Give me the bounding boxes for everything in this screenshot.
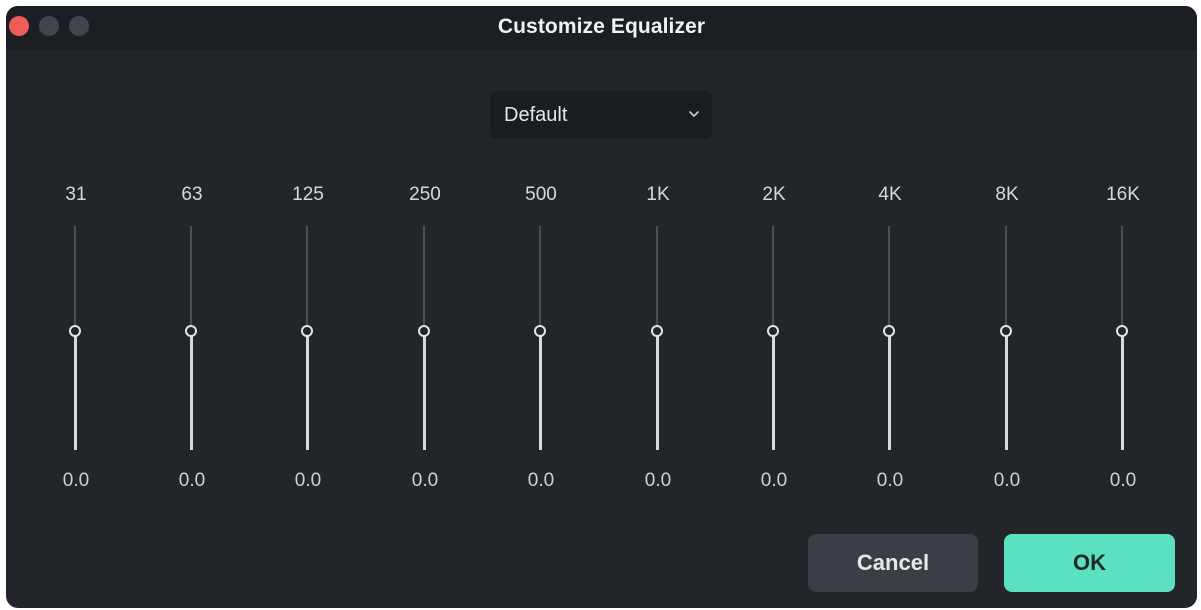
band-gain-slider[interactable] bbox=[1113, 226, 1133, 450]
band-frequency-label: 250 bbox=[409, 184, 441, 205]
band-gain-slider[interactable] bbox=[298, 226, 318, 450]
preset-dropdown[interactable]: Default bbox=[490, 91, 712, 139]
eq-band: 500 0.0 bbox=[506, 176, 576, 496]
eq-band: 2K 0.0 bbox=[739, 176, 809, 496]
band-gain-value: 0.0 bbox=[993, 470, 1021, 491]
band-gain-value: 0.0 bbox=[644, 470, 672, 491]
cancel-button[interactable]: Cancel bbox=[808, 534, 978, 592]
band-gain-value: 0.0 bbox=[760, 470, 788, 491]
slider-thumb[interactable] bbox=[767, 325, 779, 337]
slider-track-upper bbox=[190, 226, 192, 331]
band-gain-slider[interactable] bbox=[531, 226, 551, 450]
slider-track-lower bbox=[189, 331, 193, 450]
eq-band: 1K 0.0 bbox=[623, 176, 693, 496]
slider-track-lower bbox=[305, 331, 309, 450]
slider-track-lower bbox=[1004, 331, 1008, 450]
slider-track-upper bbox=[888, 226, 890, 331]
slider-track-upper bbox=[1121, 226, 1123, 331]
band-gain-slider[interactable] bbox=[415, 226, 435, 450]
band-gain-value: 0.0 bbox=[178, 470, 206, 491]
slider-thumb[interactable] bbox=[69, 325, 81, 337]
title-bar: Customize Equalizer bbox=[6, 6, 1197, 50]
band-frequency-label: 2K bbox=[762, 184, 786, 205]
chevron-down-icon bbox=[689, 111, 699, 117]
band-frequency-label: 63 bbox=[181, 184, 203, 205]
slider-track-upper bbox=[423, 226, 425, 331]
slider-thumb[interactable] bbox=[883, 325, 895, 337]
slider-thumb[interactable] bbox=[185, 325, 197, 337]
slider-track-upper bbox=[306, 226, 308, 331]
slider-track-lower bbox=[422, 331, 426, 450]
eq-band: 125 0.0 bbox=[273, 176, 343, 496]
window-title: Customize Equalizer bbox=[497, 15, 706, 38]
eq-band: 4K 0.0 bbox=[855, 176, 925, 496]
ok-button[interactable]: OK bbox=[1004, 534, 1175, 592]
band-gain-value: 0.0 bbox=[62, 470, 90, 491]
band-gain-slider[interactable] bbox=[997, 226, 1017, 450]
slider-track-lower bbox=[538, 331, 542, 450]
slider-thumb[interactable] bbox=[1116, 325, 1128, 337]
band-gain-value: 0.0 bbox=[1109, 470, 1137, 491]
slider-thumb[interactable] bbox=[1000, 325, 1012, 337]
slider-track-upper bbox=[656, 226, 658, 331]
band-gain-slider[interactable] bbox=[648, 226, 668, 450]
band-gain-slider[interactable] bbox=[764, 226, 784, 450]
band-gain-value: 0.0 bbox=[527, 470, 555, 491]
slider-thumb[interactable] bbox=[301, 325, 313, 337]
slider-track-lower bbox=[73, 331, 77, 450]
band-frequency-label: 31 bbox=[65, 184, 87, 205]
band-frequency-label: 1K bbox=[646, 184, 670, 205]
preset-selected-value: Default bbox=[504, 104, 568, 126]
slider-track-upper bbox=[772, 226, 774, 331]
band-frequency-label: 500 bbox=[525, 184, 557, 205]
slider-track-upper bbox=[539, 226, 541, 331]
slider-track-upper bbox=[1005, 226, 1007, 331]
band-gain-value: 0.0 bbox=[294, 470, 322, 491]
eq-band: 8K 0.0 bbox=[972, 176, 1042, 496]
slider-thumb[interactable] bbox=[534, 325, 546, 337]
slider-track-lower bbox=[655, 331, 659, 450]
slider-track-upper bbox=[74, 226, 76, 331]
equalizer-window: Customize Equalizer Default 31 0.0 63 0.… bbox=[6, 6, 1197, 608]
band-gain-value: 0.0 bbox=[411, 470, 439, 491]
band-gain-slider[interactable] bbox=[182, 226, 202, 450]
band-gain-value: 0.0 bbox=[876, 470, 904, 491]
eq-band: 250 0.0 bbox=[390, 176, 460, 496]
slider-track-lower bbox=[887, 331, 891, 450]
eq-band: 16K 0.0 bbox=[1088, 176, 1158, 496]
slider-thumb[interactable] bbox=[418, 325, 430, 337]
band-gain-slider[interactable] bbox=[66, 226, 86, 450]
band-gain-slider[interactable] bbox=[880, 226, 900, 450]
slider-track-lower bbox=[1120, 331, 1124, 450]
band-frequency-label: 16K bbox=[1106, 184, 1140, 205]
band-frequency-label: 4K bbox=[878, 184, 902, 205]
band-frequency-label: 8K bbox=[995, 184, 1019, 205]
eq-band: 31 0.0 bbox=[41, 176, 111, 496]
slider-thumb[interactable] bbox=[651, 325, 663, 337]
slider-track-lower bbox=[771, 331, 775, 450]
band-frequency-label: 125 bbox=[292, 184, 324, 205]
eq-band: 63 0.0 bbox=[157, 176, 227, 496]
